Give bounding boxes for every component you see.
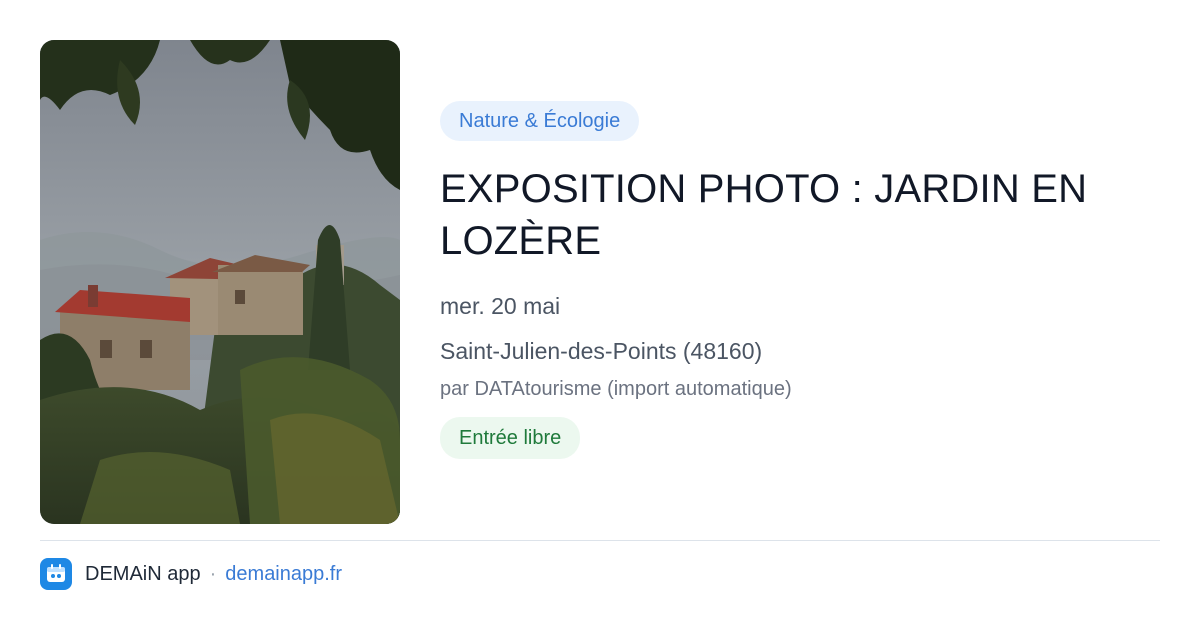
demain-app-icon [40, 558, 72, 590]
event-photo [40, 40, 400, 524]
village-photo [40, 40, 400, 524]
app-name: DEMAiN app [85, 562, 201, 585]
price-badge: Entrée libre [440, 417, 581, 459]
event-title: EXPOSITION PHOTO : JARDIN EN LOZÈRE [440, 167, 1088, 263]
event-organizer: par DATAtourisme (import automatique) [440, 378, 792, 400]
event-date: mer. 20 mai [440, 293, 561, 319]
event-location: Saint-Julien-des-Points (48160) [440, 338, 763, 364]
footer-divider [40, 540, 1160, 541]
event-details: Nature & Écologie EXPOSITION PHOTO : JAR… [440, 101, 1140, 459]
site-link[interactable]: demainapp.fr [225, 563, 342, 586]
footer-separator: · [209, 562, 217, 585]
footer: DEMAiN app · demainapp.fr [40, 557, 342, 591]
category-badge[interactable]: Nature & Écologie [440, 101, 640, 141]
